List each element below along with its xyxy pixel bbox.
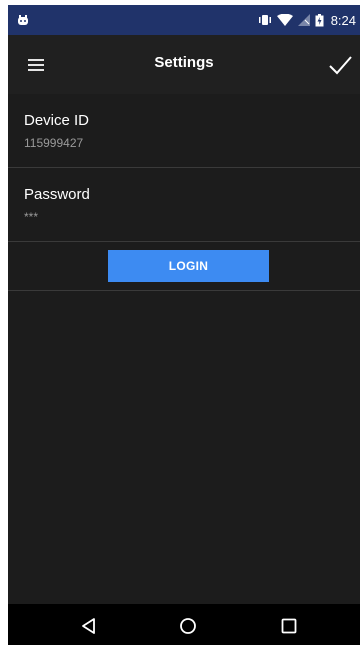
android-icon	[16, 13, 30, 27]
status-time: 8:24	[330, 12, 356, 28]
password-value: ***	[24, 210, 39, 224]
status-bar: 8:24	[8, 5, 360, 35]
device-id-value: 115999427	[24, 136, 84, 150]
app-bar: Settings	[8, 35, 360, 94]
home-icon[interactable]	[177, 615, 199, 637]
navigation-bar	[8, 604, 360, 645]
recents-icon[interactable]	[278, 615, 300, 637]
page-title: Settings	[154, 54, 214, 71]
password-label: Password	[24, 186, 90, 203]
battery-icon	[315, 13, 324, 27]
password-setting[interactable]: Password ***	[8, 168, 360, 242]
back-icon[interactable]	[78, 615, 100, 637]
device-id-setting[interactable]: Device ID 115999427	[8, 94, 360, 168]
no-signal-icon	[297, 14, 310, 26]
checkmark-icon[interactable]	[326, 51, 354, 79]
device-id-label: Device ID	[24, 112, 90, 129]
status-icons: 8:24	[258, 5, 356, 35]
wifi-icon	[276, 14, 293, 26]
login-button[interactable]: LOGIN	[108, 250, 269, 282]
login-row: LOGIN	[8, 242, 360, 291]
device-screen: 8:24 Settings Device ID 115999427 Passwo…	[8, 5, 360, 645]
vibrate-icon	[258, 14, 272, 26]
settings-list: Device ID 115999427 Password *** LOGIN	[8, 94, 360, 604]
